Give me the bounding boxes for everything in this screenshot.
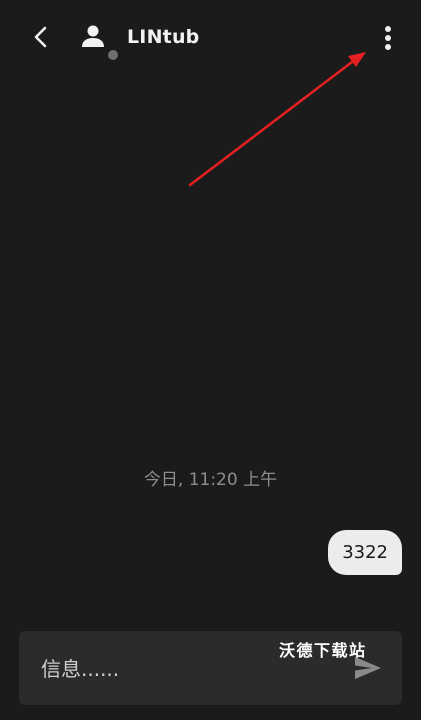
back-button[interactable] bbox=[26, 22, 56, 52]
person-icon bbox=[82, 25, 104, 47]
message-timestamp: 今日, 11:20 上午 bbox=[143, 470, 278, 490]
presence-dot bbox=[108, 50, 118, 60]
conversation-header: LINtub bbox=[0, 0, 421, 76]
more-vertical-icon bbox=[385, 26, 391, 50]
contact-name[interactable]: LINtub bbox=[127, 26, 200, 48]
more-options-button[interactable] bbox=[374, 22, 402, 54]
outgoing-message-bubble[interactable]: 3322 bbox=[328, 530, 402, 575]
chevron-left-icon bbox=[34, 26, 47, 48]
annotation-arrow bbox=[188, 52, 366, 187]
contact-avatar[interactable] bbox=[79, 22, 109, 62]
watermark: 沃德下载站 bbox=[279, 641, 367, 660]
